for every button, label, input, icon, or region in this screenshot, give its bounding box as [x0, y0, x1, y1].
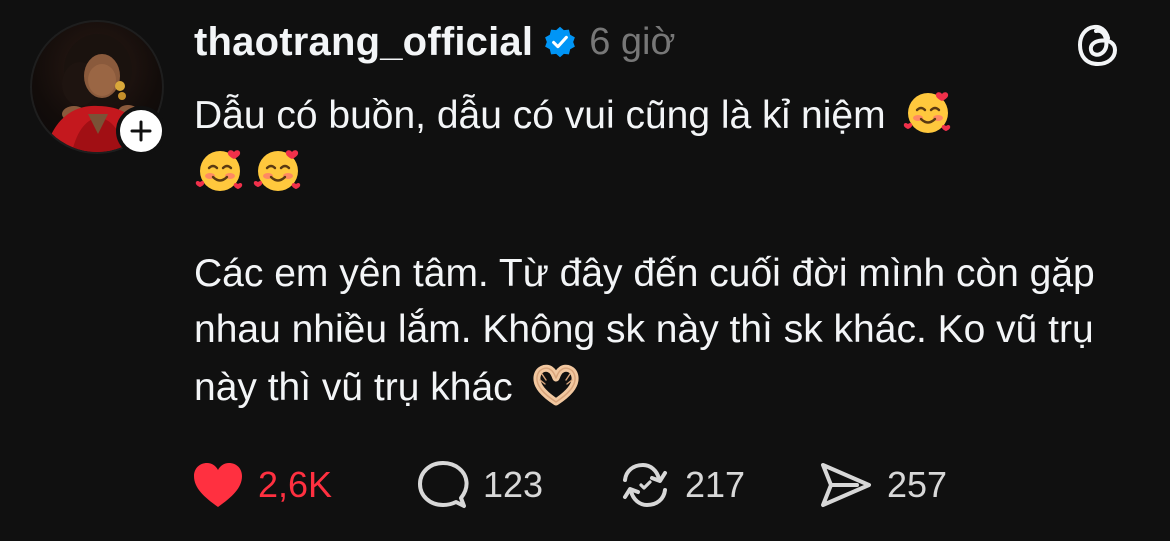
- like-button[interactable]: 2,6K: [192, 460, 417, 510]
- repost-button[interactable]: 217: [619, 460, 819, 510]
- post-timestamp: 6 giờ: [589, 20, 676, 63]
- caption-paragraph-1: Dẫu có buồn, dẫu có vui cũng là kỉ niệm: [194, 86, 1114, 144]
- heart-icon: [194, 463, 242, 507]
- send-icon: [821, 463, 871, 507]
- caption-line-1: Dẫu có buồn, dẫu có vui cũng là kỉ niệm: [194, 94, 886, 137]
- post-caption: Dẫu có buồn, dẫu có vui cũng là kỉ niệm: [194, 86, 1114, 416]
- smiling-face-with-hearts-emoji-icon: [195, 150, 243, 191]
- threads-post: thaotrang_official 6 giờ Dẫu có buồn, dẫ…: [0, 0, 1170, 541]
- repost-count: 217: [685, 464, 746, 505]
- caption-paragraph-2: Các em yên tâm. Từ đây đến cuối đời mình…: [194, 246, 1114, 416]
- reply-button[interactable]: 123: [417, 460, 619, 510]
- share-count: 257: [887, 464, 948, 505]
- username[interactable]: thaotrang_official: [194, 20, 533, 65]
- post-actions: 2,6K 123 217 257: [192, 460, 979, 510]
- post-header: thaotrang_official 6 giờ: [194, 14, 675, 70]
- smiling-face-with-hearts-emoji-icon: [253, 150, 301, 191]
- heart-hands-emoji-icon: [533, 364, 579, 406]
- like-count: 2,6K: [258, 464, 333, 505]
- avatar-container: [30, 20, 166, 156]
- follow-button[interactable]: [116, 106, 166, 156]
- plus-icon: [130, 120, 152, 142]
- repost-icon: [623, 462, 667, 508]
- caption-emoji-line: [194, 144, 1114, 202]
- share-button[interactable]: 257: [819, 460, 979, 510]
- smiling-face-with-hearts-emoji-icon: [904, 92, 951, 133]
- caption-paragraph-2-text: Các em yên tâm. Từ đây đến cuối đời mình…: [194, 252, 1095, 409]
- comment-bubble-icon: [418, 461, 469, 508]
- reply-count: 123: [483, 464, 544, 505]
- threads-logo-icon[interactable]: [1074, 20, 1122, 70]
- verified-badge-icon: [545, 26, 576, 58]
